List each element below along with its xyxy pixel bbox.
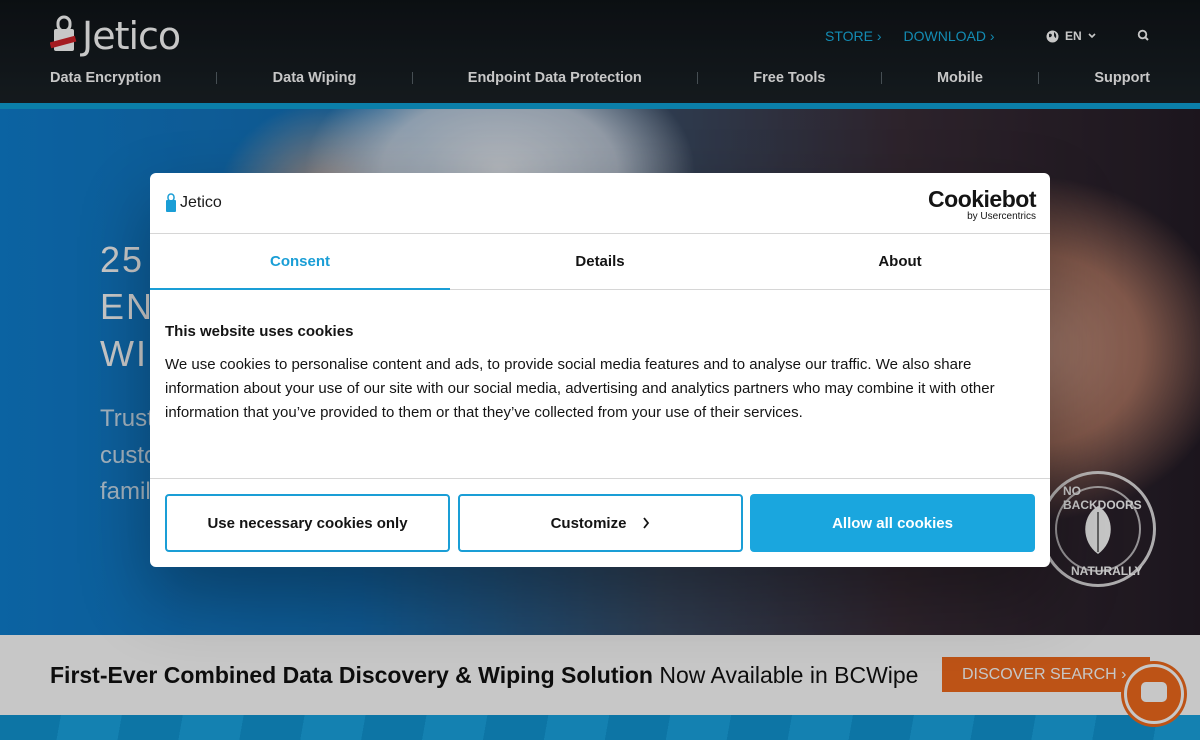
customize-button[interactable]: Customize <box>458 494 743 552</box>
tab-consent[interactable]: Consent <box>150 234 450 290</box>
dialog-tabs: Consent Details About <box>150 233 1050 290</box>
chevron-right-icon <box>643 517 650 529</box>
allow-all-cookies-button[interactable]: Allow all cookies <box>750 494 1035 552</box>
tab-details[interactable]: Details <box>450 234 750 289</box>
dialog-logo-text: Jetico <box>180 194 222 211</box>
dialog-heading: This website uses cookies <box>165 323 354 340</box>
cookie-consent-dialog: Jetico Cookiebot by Usercentrics Consent… <box>150 173 1050 567</box>
dialog-logo: Jetico <box>165 193 222 213</box>
dialog-body-text: We use cookies to personalise content an… <box>165 356 995 421</box>
use-necessary-cookies-button[interactable]: Use necessary cookies only <box>165 494 450 552</box>
dialog-divider <box>150 478 1050 479</box>
cookiebot-logo[interactable]: Cookiebot by Usercentrics <box>928 187 1036 222</box>
cookiebot-sub: by Usercentrics <box>967 211 1036 222</box>
cookiebot-brand: Cookiebot <box>928 186 1036 212</box>
jetico-small-logo-icon <box>166 193 176 212</box>
customize-label: Customize <box>550 514 627 532</box>
tab-about[interactable]: About <box>750 234 1050 289</box>
